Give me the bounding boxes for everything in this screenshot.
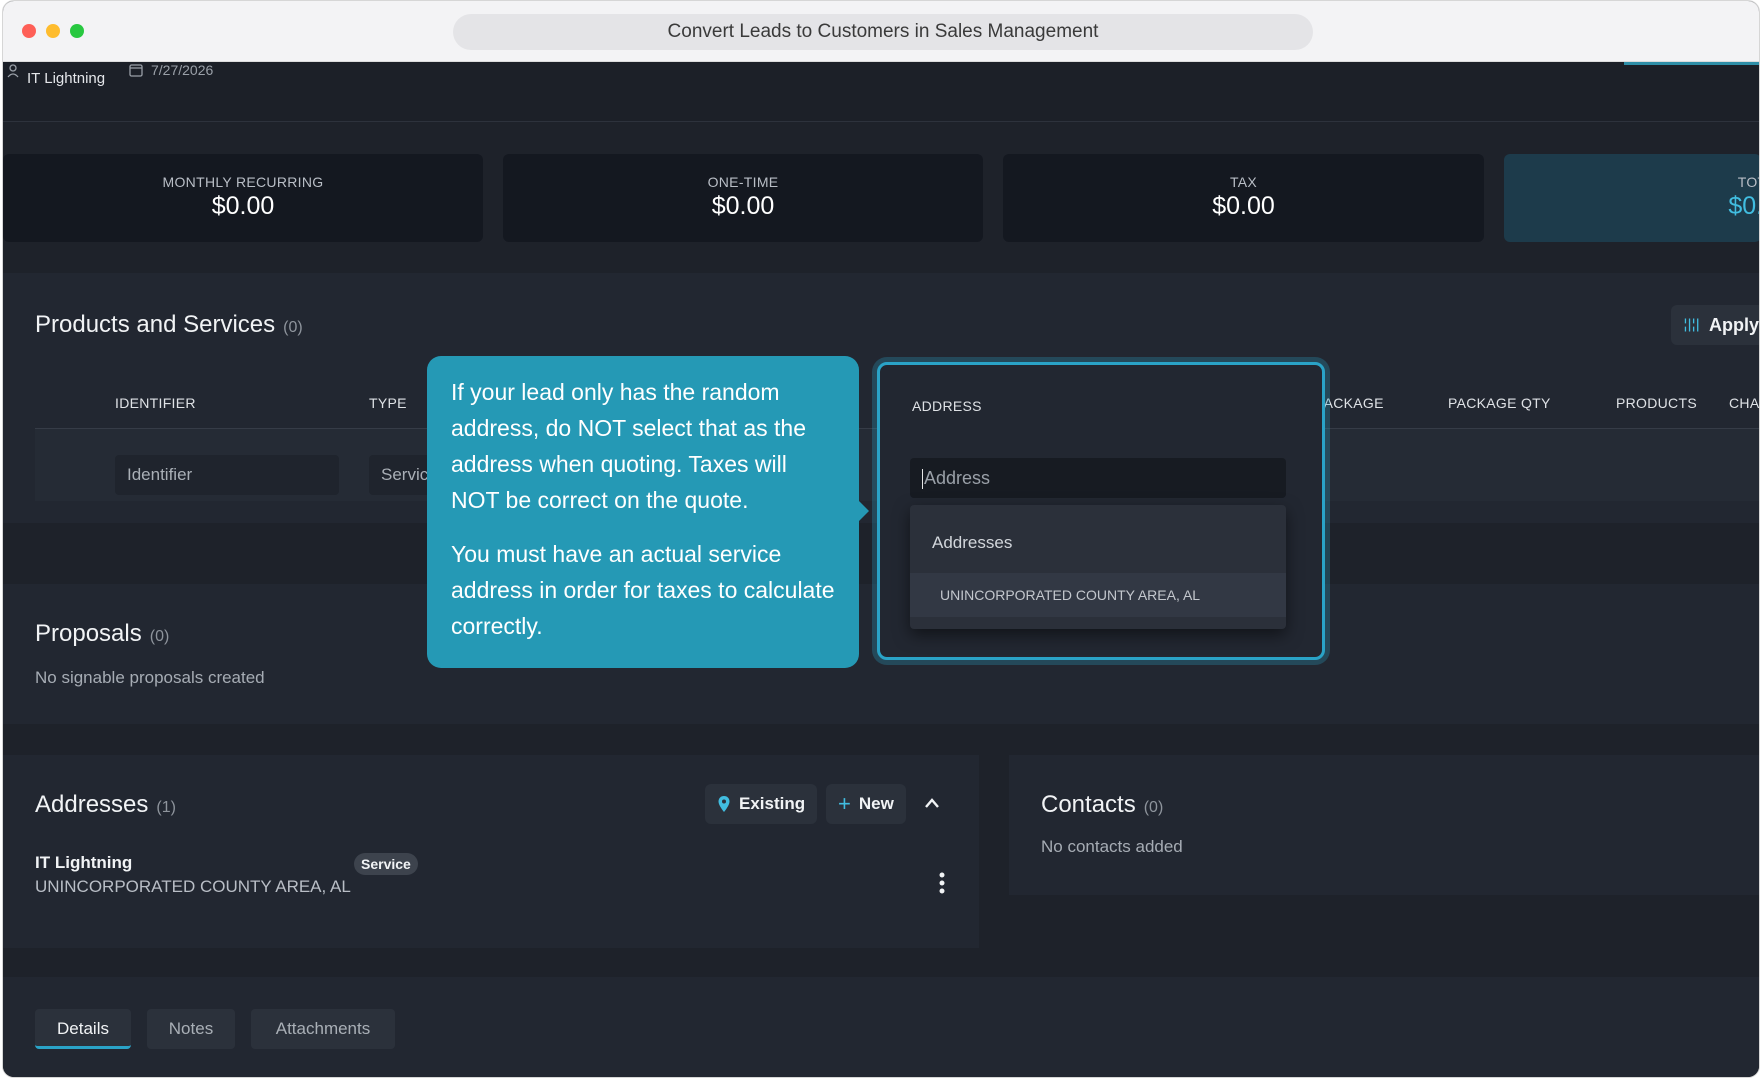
- column-charge[interactable]: CHA: [1729, 395, 1759, 411]
- service-badge: Service: [354, 853, 418, 875]
- calendar-icon: [129, 64, 143, 77]
- tax-card: TAX $0.00: [1003, 154, 1484, 242]
- close-window-button[interactable]: [22, 24, 36, 38]
- contacts-title-text: Contacts: [1041, 791, 1136, 818]
- address-name: IT Lightning: [35, 853, 133, 872]
- lead-date: 7/27/2026: [129, 62, 213, 78]
- tooltip-paragraph-1: If your lead only has the random address…: [451, 379, 806, 513]
- dropdown-option-address[interactable]: UNINCORPORATED COUNTY AREA, AL: [910, 573, 1286, 617]
- header-accent-bar: [1624, 62, 1759, 65]
- contacts-count: (0): [1143, 799, 1164, 816]
- lead-owner-name: IT Lightning: [27, 70, 106, 87]
- existing-label: Existing: [739, 794, 806, 813]
- apply-button[interactable]: Apply: [1671, 305, 1759, 345]
- total-label: TOTA: [1737, 174, 1759, 190]
- contacts-empty-text: No contacts added: [1041, 837, 1183, 856]
- apply-label: Apply: [1708, 314, 1759, 335]
- existing-address-button[interactable]: Existing: [705, 784, 818, 824]
- address-dropdown: Addresses UNINCORPORATED COUNTY AREA, AL: [910, 505, 1286, 629]
- column-package-qty[interactable]: PACKAGE QTY: [1448, 395, 1551, 411]
- browser-window: Convert Leads to Customers in Sales Mana…: [2, 0, 1760, 1078]
- contacts-section: Contacts (0) No contacts added: [1009, 755, 1759, 895]
- monthly-recurring-label: MONTHLY RECURRING: [162, 174, 324, 190]
- address-line: UNINCORPORATED COUNTY AREA, AL: [35, 877, 351, 896]
- column-address[interactable]: ADDRESS: [912, 398, 982, 414]
- products-count: (0): [283, 319, 303, 336]
- monthly-recurring-card: MONTHLY RECURRING $0.00: [3, 154, 483, 242]
- one-time-label: ONE-TIME: [707, 174, 779, 190]
- proposals-title: Proposals (0): [35, 620, 169, 648]
- more-options-icon[interactable]: [939, 872, 945, 894]
- title-bar: Convert Leads to Customers in Sales Mana…: [3, 1, 1759, 62]
- products-title-text: Products and Services: [35, 311, 276, 338]
- guide-tooltip: If your lead only has the random address…: [427, 356, 869, 668]
- addresses-title: Addresses (1): [35, 791, 176, 819]
- tooltip-arrow: [859, 501, 869, 521]
- total-card: TOTA $0.0: [1504, 154, 1759, 242]
- column-package[interactable]: PACKAGE: [1315, 395, 1384, 411]
- column-products[interactable]: PRODUCTS: [1616, 395, 1697, 411]
- addresses-count: (1): [156, 799, 176, 816]
- quote-summary: MONTHLY RECURRING $0.00 ONE-TIME $0.00 T…: [3, 154, 1759, 242]
- proposals-count: (0): [149, 628, 170, 645]
- window-title: Convert Leads to Customers in Sales Mana…: [453, 14, 1313, 50]
- monthly-recurring-value: $0.00: [211, 192, 275, 220]
- bottom-tabs-area: Details Notes Attachments: [3, 977, 1759, 1077]
- proposals-title-text: Proposals: [35, 620, 142, 647]
- proposals-empty-text: No signable proposals created: [35, 668, 265, 687]
- tax-label: TAX: [1229, 174, 1258, 190]
- tab-bar: Details Notes Attachments: [35, 1009, 535, 1053]
- dropdown-heading: Addresses: [932, 533, 1013, 552]
- tab-attachments[interactable]: Attachments: [251, 1009, 395, 1049]
- tab-details[interactable]: Details: [35, 1009, 131, 1049]
- plus-icon: +: [838, 791, 851, 816]
- lead-date-text: 7/27/2026: [151, 62, 214, 78]
- addresses-title-text: Addresses: [35, 791, 149, 818]
- column-identifier[interactable]: IDENTIFIER: [115, 395, 196, 411]
- addresses-section: Addresses (1) Existing + New IT Lightning…: [3, 755, 979, 948]
- minimize-window-button[interactable]: [46, 24, 60, 38]
- tax-value: $0.00: [1212, 192, 1275, 220]
- address-placeholder: Address: [924, 468, 991, 488]
- chevron-up-icon[interactable]: [924, 797, 940, 809]
- text-caret: [922, 469, 923, 490]
- contacts-title: Contacts (0): [1041, 791, 1163, 819]
- column-type[interactable]: TYPE: [369, 395, 407, 411]
- address-column-highlight: ADDRESS Address Addresses UNINCORPORATED…: [877, 362, 1325, 660]
- one-time-card: ONE-TIME $0.00: [503, 154, 983, 242]
- new-address-button[interactable]: + New: [826, 784, 906, 824]
- map-pin-icon: [718, 796, 730, 812]
- address-input[interactable]: Address: [910, 458, 1286, 498]
- page-content: IT Lightning 7/27/2026 MONTHLY RECURRING…: [3, 62, 1759, 1077]
- tooltip-paragraph-2: You must have an actual service address …: [451, 541, 835, 639]
- tab-notes[interactable]: Notes: [147, 1009, 235, 1049]
- total-value: $0.0: [1728, 192, 1759, 220]
- new-label: New: [858, 794, 894, 813]
- user-icon: [7, 64, 19, 78]
- identifier-input[interactable]: Identifier: [115, 455, 339, 495]
- lead-owner: IT Lightning: [7, 64, 105, 87]
- lead-header: IT Lightning 7/27/2026: [3, 62, 1759, 122]
- apply-icon: [1684, 318, 1699, 332]
- maximize-window-button[interactable]: [70, 24, 84, 38]
- products-title: Products and Services (0): [35, 311, 303, 339]
- one-time-value: $0.00: [711, 192, 775, 220]
